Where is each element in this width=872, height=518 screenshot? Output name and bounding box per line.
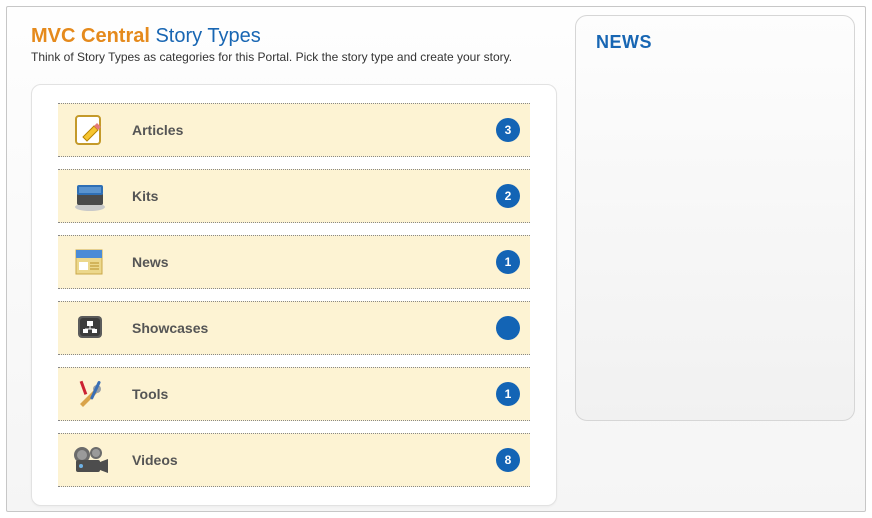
story-label: News xyxy=(132,254,496,270)
page-title: MVC Central Story Types xyxy=(31,25,557,48)
story-label: Articles xyxy=(132,122,496,138)
story-label: Kits xyxy=(132,188,496,204)
count-badge: 2 xyxy=(496,184,520,208)
count-badge: 3 xyxy=(496,118,520,142)
brand-name: MVC Central xyxy=(31,25,150,47)
story-row-showcases[interactable]: Showcases xyxy=(58,301,530,355)
story-row-videos[interactable]: Videos 8 xyxy=(58,433,530,487)
videos-icon xyxy=(68,440,112,480)
section-name: Story Types xyxy=(155,25,260,47)
story-type-list: Articles 3 Kits 2 xyxy=(31,84,557,506)
kit-icon xyxy=(68,176,112,216)
count-badge: 1 xyxy=(496,250,520,274)
story-row-kits[interactable]: Kits 2 xyxy=(58,169,530,223)
story-row-articles[interactable]: Articles 3 xyxy=(58,103,530,157)
news-panel: NEWS xyxy=(575,15,855,421)
news-icon xyxy=(68,242,112,282)
story-row-tools[interactable]: Tools 1 xyxy=(58,367,530,421)
page-subtitle: Think of Story Types as categories for t… xyxy=(31,50,557,64)
count-badge: 8 xyxy=(496,448,520,472)
app-window: MVC Central Story Types Think of Story T… xyxy=(6,6,866,512)
story-label: Tools xyxy=(132,386,496,402)
story-row-news[interactable]: News 1 xyxy=(58,235,530,289)
showcase-icon xyxy=(68,308,112,348)
story-label: Showcases xyxy=(132,320,496,336)
main-column: MVC Central Story Types Think of Story T… xyxy=(17,15,571,503)
count-badge: 1 xyxy=(496,382,520,406)
article-icon xyxy=(68,110,112,150)
sidebar: NEWS xyxy=(575,15,855,503)
count-badge xyxy=(496,316,520,340)
tools-icon xyxy=(68,374,112,414)
story-label: Videos xyxy=(132,452,496,468)
news-heading: NEWS xyxy=(596,32,834,53)
